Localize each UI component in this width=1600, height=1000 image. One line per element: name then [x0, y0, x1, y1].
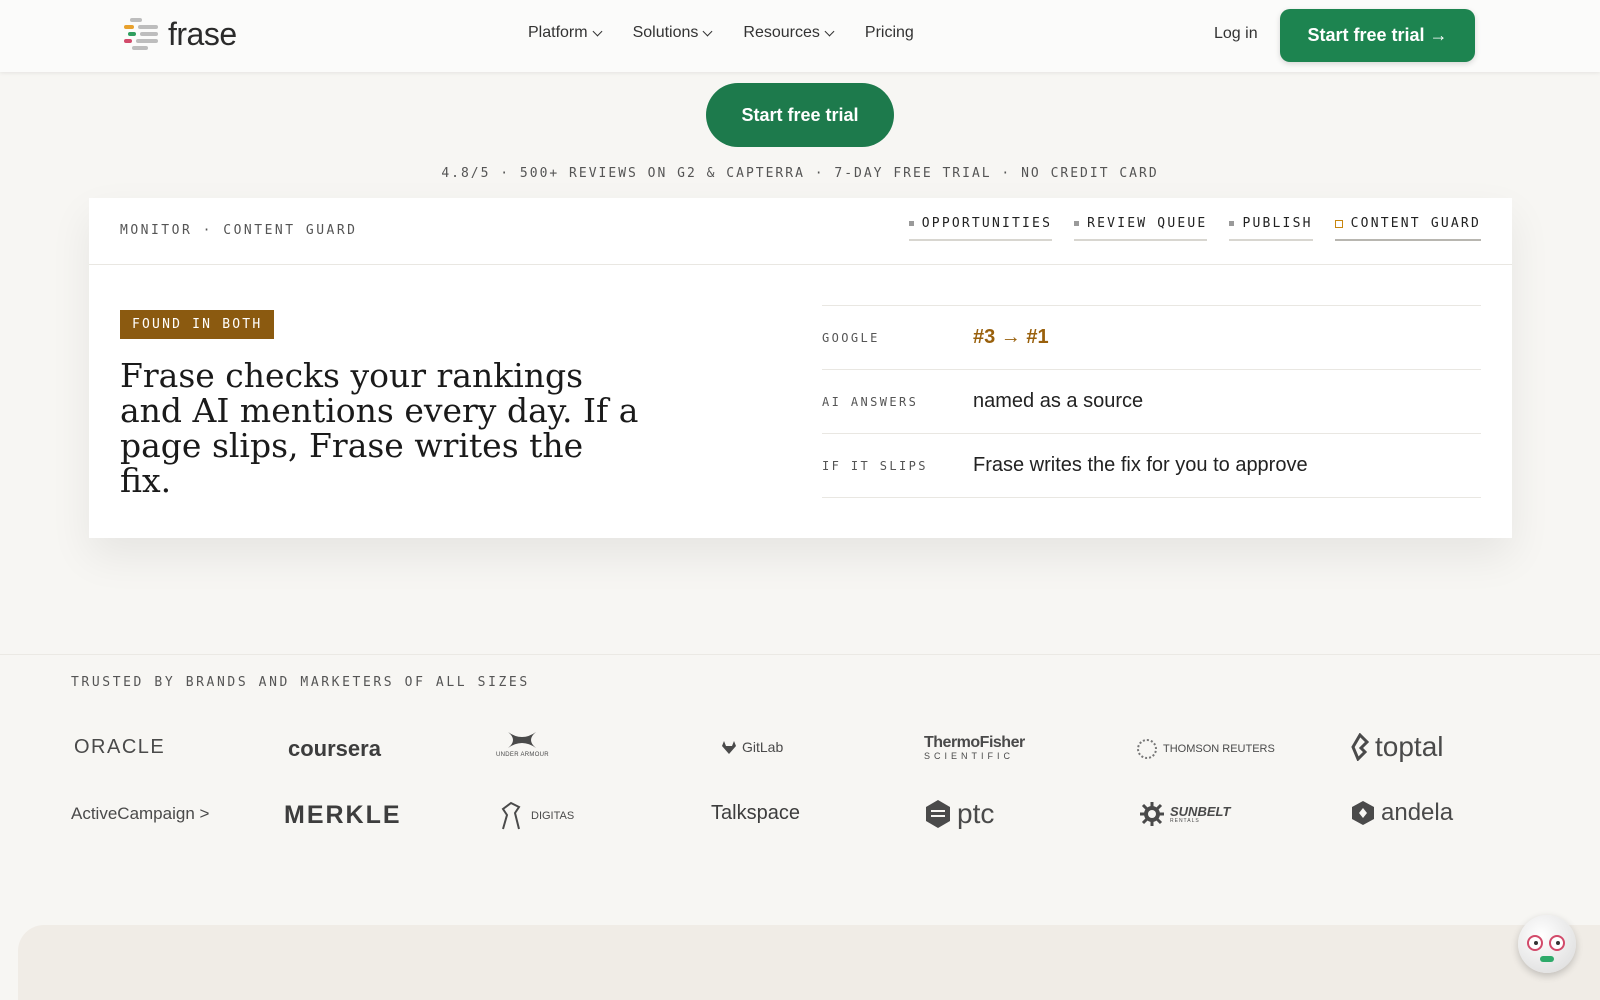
sunbelt-rentals-logo: SUNBELT RENTALS: [1140, 802, 1230, 826]
activecampaign-logo: ActiveCampaign >: [71, 804, 209, 824]
card-tabs: OPPORTUNITIES REVIEW QUEUE PUBLISH CONTE…: [908, 216, 1481, 241]
review-summary: 4.8/5 · 500+ REVIEWS ON G2 & CAPTERRA · …: [441, 166, 1159, 181]
metric-label: IF IT SLIPS: [822, 458, 928, 473]
logo-text: ORACLE: [74, 736, 166, 758]
metric-value: named as a source: [973, 390, 1144, 412]
trusted-title: TRUSTED BY BRANDS AND MARKETERS OF ALL S…: [71, 675, 530, 690]
metric-label: AI ANSWERS: [822, 394, 919, 409]
nav-platform[interactable]: Platform: [528, 24, 603, 42]
thermofisher-logo: ThermoFisher SCIENTIFIC: [924, 734, 1025, 762]
site-header: frase Platform Solutions Resources Prici…: [0, 0, 1600, 72]
status-badge: FOUND IN BOTH: [120, 310, 275, 339]
nav-label: Pricing: [864, 24, 914, 41]
tab-content-guard[interactable]: CONTENT GUARD: [1334, 216, 1481, 241]
ptc-logo: ptc: [925, 798, 994, 830]
logo-text: coursera: [288, 736, 381, 761]
andela-logo: andela: [1351, 799, 1453, 827]
logo-text: ptc: [957, 798, 995, 829]
eye-icon: [1549, 935, 1565, 951]
breadcrumb: MONITOR · CONTENT GUARD: [120, 223, 358, 238]
merkle-logo: MERKLE: [284, 801, 402, 830]
nav-label: Solutions: [632, 24, 699, 41]
logo-subtext: SCIENTIFIC: [924, 751, 1015, 761]
metric-value: Frase writes the fix for you to approve: [973, 454, 1308, 476]
gitlab-logo: GitLab: [722, 739, 783, 755]
main-nav: Platform Solutions Resources Pricing: [528, 24, 914, 42]
chevron-down-icon: [824, 26, 835, 36]
gitlab-icon: [722, 740, 736, 754]
bowtie-icon: [1540, 956, 1554, 962]
tab-label: OPPORTUNITIES: [921, 216, 1053, 231]
thomson-reuters-logo: THOMSON REUTERS: [1137, 739, 1275, 759]
logo-text: SUNBELT: [1170, 803, 1231, 819]
nav-solutions[interactable]: Solutions: [632, 24, 713, 42]
logo-text: andela: [1381, 799, 1454, 826]
tab-label: PUBLISH: [1242, 216, 1313, 231]
nav-resources[interactable]: Resources: [743, 24, 835, 42]
metric-value: #3 → #1: [973, 326, 1049, 348]
square-icon: [1074, 221, 1080, 226]
tab-label: CONTENT GUARD: [1350, 216, 1481, 231]
metric-row-ai-answers: AI ANSWERS named as a source: [822, 370, 1481, 434]
start-trial-button[interactable]: Start free trial: [706, 83, 894, 147]
sunbelt-text: SUNBELT RENTALS: [1170, 805, 1230, 824]
oracle-logo: ORACLE: [74, 736, 165, 759]
digitas-logo: DIGITAS: [497, 801, 574, 831]
toptal-icon: [1351, 733, 1369, 761]
logo-text: ActiveCampaign >: [71, 804, 210, 823]
section-divider: [0, 654, 1600, 655]
sunburst-icon: [1140, 802, 1164, 826]
chevron-down-icon: [702, 26, 713, 36]
login-link[interactable]: Log in: [1214, 25, 1258, 43]
logo-text: THOMSON REUTERS: [1163, 743, 1275, 755]
toptal-logo: toptal: [1351, 731, 1444, 763]
metric-row-google: GOOGLE #3 → #1: [822, 306, 1481, 370]
metric-row-if-it-slips: IF IT SLIPS Frase writes the fix for you…: [822, 434, 1481, 498]
tab-publish[interactable]: PUBLISH: [1229, 216, 1313, 241]
logo-text: frase: [168, 16, 237, 52]
eye-icon: [1527, 935, 1543, 951]
metric-label: GOOGLE: [822, 330, 880, 345]
logo-text: UNDER ARMOUR: [496, 752, 549, 758]
chat-assistant-button[interactable]: [1518, 915, 1576, 973]
logo-text: DIGITAS: [531, 810, 575, 822]
under-armour-logo: UNDER ARMOUR: [496, 730, 549, 758]
tab-opportunities[interactable]: OPPORTUNITIES: [908, 216, 1053, 241]
frase-logo[interactable]: frase: [124, 16, 237, 53]
square-icon: [1229, 221, 1235, 226]
logo-text: Talkspace: [711, 802, 800, 824]
horse-icon: [501, 801, 521, 830]
ptc-icon: [926, 800, 950, 828]
square-outline-icon: [1334, 219, 1343, 228]
nav-label: Platform: [528, 24, 588, 41]
tab-label: REVIEW QUEUE: [1087, 216, 1208, 231]
chevron-down-icon: [592, 26, 603, 36]
square-icon: [908, 221, 914, 226]
next-section-panel: [18, 925, 1600, 1000]
nav-label: Resources: [743, 24, 820, 41]
metrics-list: GOOGLE #3 → #1 AI ANSWERS named as a sou…: [822, 305, 1481, 498]
talkspace-logo: Talkspace: [711, 802, 800, 825]
logo-subtext: RENTALS: [1170, 817, 1200, 824]
frase-logo-icon: [124, 17, 162, 53]
content-guard-card: MONITOR · CONTENT GUARD OPPORTUNITIES RE…: [89, 198, 1512, 538]
logo-text: toptal: [1375, 731, 1444, 762]
logo-text: MERKLE: [284, 801, 402, 829]
andela-icon: [1352, 801, 1374, 825]
coursera-logo: coursera: [288, 736, 381, 762]
tab-review-queue[interactable]: REVIEW QUEUE: [1074, 216, 1208, 241]
nav-pricing[interactable]: Pricing: [865, 24, 914, 42]
logo-text: ThermoFisher: [924, 734, 1025, 751]
logo-text: GitLab: [742, 739, 784, 755]
under-armour-icon: [508, 732, 537, 748]
card-headline: Frase checks your rankings and AI mentio…: [120, 356, 639, 500]
header-start-trial-button[interactable]: Start free trial →: [1280, 9, 1475, 62]
globe-icon: [1137, 739, 1157, 759]
card-toolbar: MONITOR · CONTENT GUARD OPPORTUNITIES RE…: [89, 198, 1512, 265]
